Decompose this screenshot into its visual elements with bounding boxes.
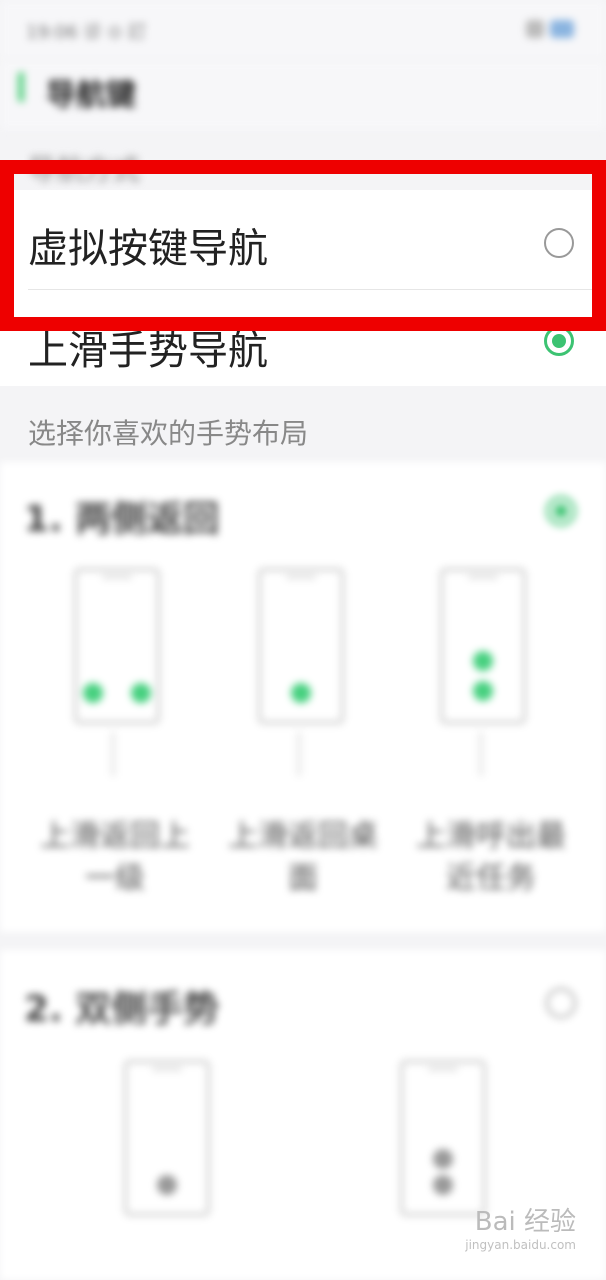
phone-illustration [124,1060,210,1216]
layout-caption: 上滑呼出最近任务 [416,819,566,896]
gesture-layout-card[interactable]: 1. 两侧返回 上滑返回上一级 上滑返回桌面 上滑呼出最近任务 [0,462,606,932]
phone-notch [286,575,316,579]
phone-notch [468,575,498,579]
phone-illustration [400,1060,486,1216]
gesture-dot [157,1175,177,1195]
layout-caption: 上滑返回上一级 [40,819,190,896]
nav-option-label: 上滑手势导航 [28,328,268,374]
status-bar: 19:06 诊 ⊙ 訂 [0,0,606,60]
gesture-dot [433,1149,453,1169]
phone-notch [152,1067,182,1071]
watermark-logo: Bai 经验 jingyan.baidu.com [465,1201,576,1252]
status-icons [526,20,576,40]
watermark-brand: Bai 经验 [474,1207,576,1237]
swipe-indicator [480,732,482,776]
watermark-url: jingyan.baidu.com [465,1238,576,1252]
radio-button-unselected[interactable] [546,988,576,1018]
swipe-indicator [298,732,300,776]
gesture-dot [131,683,151,703]
phone-notch [428,1067,458,1071]
layout-title: 2. 双侧手势 [24,989,220,1030]
nav-option-swipe-gestures[interactable]: 上滑手势导航 [0,290,606,386]
gesture-dot [291,683,311,703]
phone-illustration [440,568,526,724]
phone-illustration [258,568,344,724]
gesture-layout-section-label: 选择你喜欢的手势布局 [28,417,309,450]
layout-caption: 上滑返回桌面 [228,819,378,896]
gesture-dot [473,651,493,671]
phone-notch [102,575,132,579]
back-arrow-icon[interactable] [18,72,38,102]
layout-title: 1. 两侧返回 [24,499,220,540]
radio-button-unselected[interactable] [544,228,574,258]
nav-option-virtual-keys[interactable]: 虚拟按键导航 [0,190,606,290]
gesture-dot [473,681,493,701]
status-time: 19:06 诊 ⊙ 訂 [26,22,147,43]
nav-mode-section-label: 导航方式 [28,153,141,186]
battery-icon [550,20,574,38]
nav-option-label: 虚拟按键导航 [28,226,268,272]
gesture-dot [83,683,103,703]
signal-icon [526,20,544,38]
phone-illustration [74,568,160,724]
page-title: 导航键 [46,78,136,113]
radio-button-selected[interactable] [546,496,576,526]
swipe-indicator [112,732,114,776]
app-bar: 导航键 [0,60,606,130]
gesture-dot [433,1175,453,1195]
radio-button-selected[interactable] [544,326,574,356]
